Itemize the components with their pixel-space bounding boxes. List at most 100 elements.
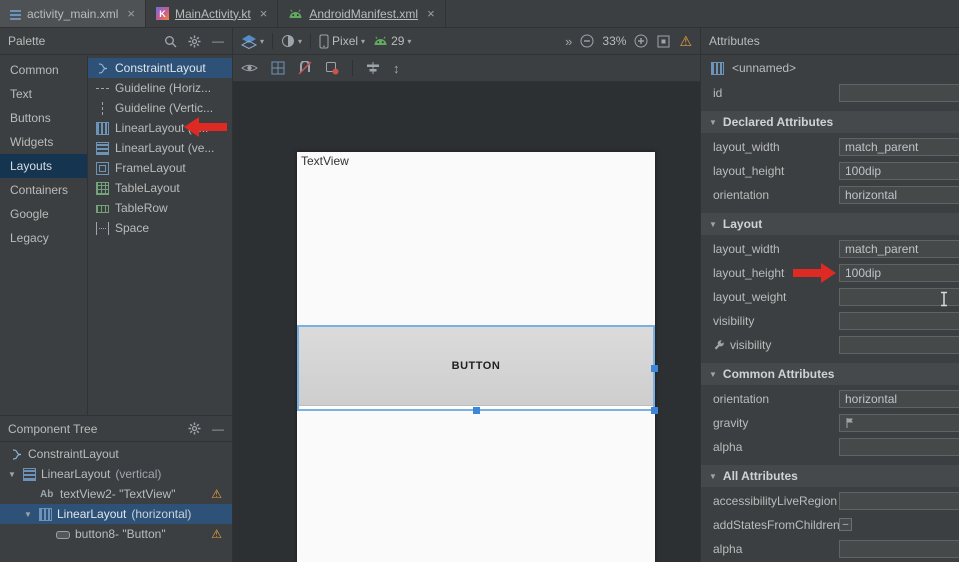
alpha-field[interactable] [839, 438, 959, 456]
zoom-to-fit-button[interactable] [656, 34, 671, 49]
warnings-button[interactable]: ⚠ [679, 33, 692, 50]
search-icon[interactable] [164, 35, 177, 48]
collapse-icon[interactable]: ▼ [8, 470, 18, 479]
tablelayout-icon [96, 182, 109, 195]
orientation-field[interactable]: horizontal [839, 390, 959, 408]
id-field[interactable] [839, 84, 959, 102]
api-selector[interactable]: 29 ▾ [373, 34, 411, 48]
tree-item-textview2[interactable]: Ab textView2- "TextView" ⚠ [0, 484, 232, 504]
gear-icon[interactable] [188, 422, 201, 435]
gravity-field[interactable] [839, 414, 959, 432]
selection-handle-right[interactable] [651, 365, 658, 372]
palette-categories: Common Text Buttons Widgets Layouts Cont… [0, 56, 88, 415]
zoom-in-icon [634, 34, 648, 48]
linearlayout-selection[interactable]: BUTTON [297, 325, 655, 411]
space-icon [96, 222, 109, 235]
warning-icon[interactable]: ⚠ [211, 527, 222, 541]
warning-icon[interactable]: ⚠ [211, 487, 222, 501]
category-common[interactable]: Common [0, 58, 87, 82]
tab-mainactivity-kt[interactable]: K MainActivity.kt × [146, 0, 278, 27]
render-errors-icon [325, 61, 339, 75]
attr-row-layout-height: layout_height 100dip [701, 261, 959, 285]
component-space[interactable]: Space [88, 218, 232, 238]
component-linearlayout-horizontal[interactable]: LinearLayout (h... [88, 118, 232, 138]
blueprint-toggle-button[interactable] [271, 61, 285, 75]
attr-row-layout-height-declared: layout_height 100dip [701, 159, 959, 183]
category-buttons[interactable]: Buttons [0, 106, 87, 130]
category-layouts[interactable]: Layouts [0, 154, 87, 178]
component-tablelayout[interactable]: TableLayout [88, 178, 232, 198]
theme-selector[interactable]: ▾ [281, 34, 302, 48]
design-surface-selector[interactable]: ▾ [241, 34, 264, 49]
collapse-icon[interactable]: ▼ [24, 510, 34, 519]
visibility-field[interactable] [839, 312, 959, 330]
collapse-icon: ▼ [709, 370, 717, 379]
component-guideline-horizontal[interactable]: Guideline (Horiz... [88, 78, 232, 98]
align-center-button[interactable] [366, 61, 380, 75]
minimize-icon[interactable]: — [212, 34, 224, 48]
addstatesfromchildren-checkbox[interactable]: – [839, 518, 852, 531]
device-selector[interactable]: Pixel ▾ [319, 34, 365, 49]
framelayout-icon [96, 162, 109, 175]
tree-item-linearlayout-vertical[interactable]: ▼ LinearLayout(vertical) [0, 464, 232, 484]
layout-weight-field[interactable] [839, 288, 959, 306]
tab-activity-main-xml[interactable]: activity_main.xml × [0, 0, 146, 27]
expand-vertical-button[interactable]: ↕ [393, 61, 400, 76]
layout-height-field[interactable]: 100dip [839, 264, 959, 282]
expand-vertical-icon: ↕ [393, 61, 400, 76]
attr-row-orientation: orientation horizontal [701, 387, 959, 411]
component-guideline-vertical[interactable]: Guideline (Vertic... [88, 98, 232, 118]
zoom-in-button[interactable] [634, 34, 648, 48]
button-element[interactable]: BUTTON [299, 327, 653, 406]
category-legacy[interactable]: Legacy [0, 226, 87, 250]
layout-width-field[interactable]: match_parent [839, 138, 959, 156]
attr-row-gravity: gravity [701, 411, 959, 435]
section-common-attributes[interactable]: ▼ Common Attributes [701, 363, 959, 385]
selection-handle-corner[interactable] [651, 407, 658, 414]
close-icon[interactable]: × [260, 6, 268, 21]
theme-icon [281, 34, 295, 48]
zoom-out-button[interactable] [580, 34, 594, 48]
textview-element[interactable]: TextView [301, 154, 349, 168]
toolbar-overflow-icon[interactable]: » [565, 34, 572, 49]
section-declared-attributes[interactable]: ▼ Declared Attributes [701, 111, 959, 133]
component-constraintlayout[interactable]: ConstraintLayout [88, 58, 232, 78]
section-all-attributes[interactable]: ▼ All Attributes [701, 465, 959, 487]
alpha-field[interactable] [839, 540, 959, 558]
component-tree-panel: Component Tree — ConstraintLayout ▼ Line… [0, 415, 232, 562]
component-linearlayout-vertical[interactable]: LinearLayout (ve... [88, 138, 232, 158]
tree-item-button8[interactable]: button8- "Button" ⚠ [0, 524, 232, 544]
layout-width-field[interactable]: match_parent [839, 240, 959, 258]
device-artboard[interactable]: TextView BUTTON [297, 152, 655, 562]
minimize-icon[interactable]: — [212, 422, 224, 436]
category-widgets[interactable]: Widgets [0, 130, 87, 154]
chevron-down-icon: ▾ [298, 37, 302, 46]
attr-row-layout-width: layout_width match_parent [701, 237, 959, 261]
category-text[interactable]: Text [0, 82, 87, 106]
palette-header: Palette — [0, 28, 232, 55]
category-containers[interactable]: Containers [0, 178, 87, 202]
component-tablerow[interactable]: TableRow [88, 198, 232, 218]
view-options-button[interactable] [241, 62, 258, 74]
accessibilityliveregion-field[interactable] [839, 492, 959, 510]
autoconnect-toggle-button[interactable] [298, 61, 312, 75]
gear-icon[interactable] [188, 35, 201, 48]
tab-androidmanifest-xml[interactable]: AndroidManifest.xml × [278, 0, 445, 27]
component-framelayout[interactable]: FrameLayout [88, 158, 232, 178]
chevron-down-icon: ▾ [361, 37, 365, 46]
layout-height-field[interactable]: 100dip [839, 162, 959, 180]
tools-visibility-field[interactable] [839, 336, 959, 354]
tree-item-constraintlayout[interactable]: ConstraintLayout [0, 444, 232, 464]
render-errors-button[interactable] [325, 61, 339, 75]
close-icon[interactable]: × [127, 6, 135, 21]
category-google[interactable]: Google [0, 202, 87, 226]
kotlin-file-icon: K [156, 7, 169, 20]
tree-item-linearlayout-horizontal[interactable]: ▼ LinearLayout(horizontal) [0, 504, 232, 524]
design-canvas[interactable]: TextView BUTTON [233, 82, 700, 562]
section-layout[interactable]: ▼ Layout [701, 213, 959, 235]
textview-icon: Ab [40, 489, 55, 500]
selection-handle-bottom[interactable] [473, 407, 480, 414]
attr-row-layout-width-declared: layout_width match_parent [701, 135, 959, 159]
close-icon[interactable]: × [427, 6, 435, 21]
orientation-field[interactable]: horizontal [839, 186, 959, 204]
